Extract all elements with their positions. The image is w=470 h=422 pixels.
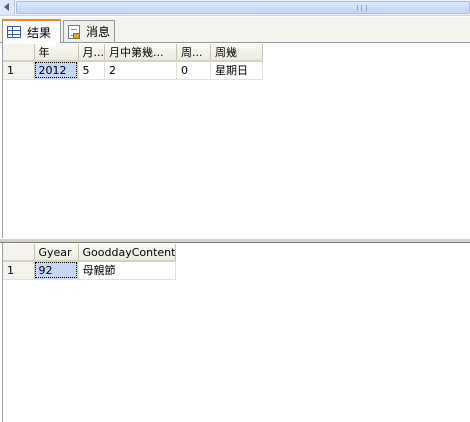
result-grid-2[interactable]: Gyear GooddayContent 1 92 母親節: [2, 243, 470, 422]
column-header[interactable]: 周...: [176, 44, 211, 62]
table-cell[interactable]: 母親節: [78, 261, 177, 280]
row-number[interactable]: 1: [3, 61, 35, 80]
column-header[interactable]: 月...: [78, 44, 105, 62]
result-table-1: 年 月... 月中第幾... 周... 周幾 1 2012 5 2 0 星期日: [3, 44, 263, 80]
table-header-row: Gyear GooddayContent: [3, 244, 177, 262]
column-header[interactable]: 周幾: [210, 44, 263, 62]
tab-messages[interactable]: 消息: [63, 20, 115, 42]
column-header[interactable]: GooddayContent: [78, 244, 177, 262]
tab-messages-label: 消息: [86, 25, 111, 39]
table-cell[interactable]: 5: [78, 61, 105, 80]
results-grid-icon: [7, 26, 21, 38]
table-header-row: 年 月... 月中第幾... 周... 周幾: [3, 44, 263, 62]
messages-icon: [68, 24, 80, 39]
scrollbar-grip-icon: [357, 5, 367, 11]
result-table-2: Gyear GooddayContent 1 92 母親節: [3, 244, 177, 280]
table-row: 1 92 母親節: [3, 261, 177, 280]
result-grid-1[interactable]: 年 月... 月中第幾... 周... 周幾 1 2012 5 2 0 星期日: [2, 43, 470, 238]
scroll-left-arrow-icon[interactable]: [0, 0, 15, 15]
corner-header[interactable]: [3, 244, 35, 262]
table-cell[interactable]: 2: [104, 61, 177, 80]
tab-results[interactable]: 结果: [2, 19, 61, 43]
column-header[interactable]: 月中第幾...: [104, 44, 177, 62]
table-cell[interactable]: 92: [34, 261, 79, 280]
results-tab-strip: 结果 消息: [0, 17, 470, 43]
table-cell[interactable]: 星期日: [210, 61, 263, 80]
column-header[interactable]: Gyear: [34, 244, 79, 262]
table-cell[interactable]: 0: [176, 61, 211, 80]
tab-results-label: 结果: [27, 25, 52, 40]
column-header[interactable]: 年: [34, 44, 79, 62]
horizontal-scrollbar[interactable]: [0, 0, 470, 16]
table-cell[interactable]: 2012: [34, 61, 79, 80]
corner-header[interactable]: [3, 44, 35, 62]
scrollbar-thumb[interactable]: [16, 1, 470, 14]
row-number[interactable]: 1: [3, 261, 35, 280]
table-row: 1 2012 5 2 0 星期日: [3, 61, 263, 80]
